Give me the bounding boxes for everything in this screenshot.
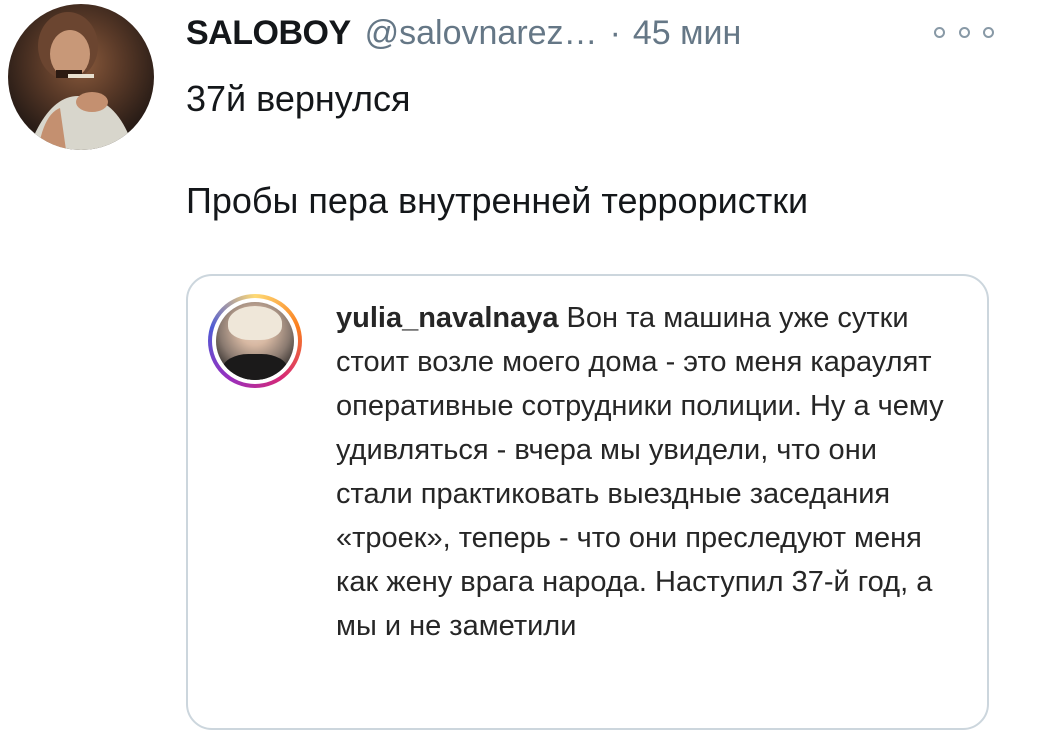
tweet-text: 37й вернулся Пробы пера внутренней терро… bbox=[186, 76, 1016, 224]
more-dot bbox=[983, 26, 994, 38]
quoted-post-text: yulia_navalnaya Вон та машина уже сутки … bbox=[336, 296, 956, 648]
tweet-text-line: Пробы пера внутренней террористки bbox=[186, 180, 809, 221]
more-dot bbox=[934, 26, 945, 38]
quoted-username: yulia_navalnaya bbox=[336, 302, 559, 334]
author-name[interactable]: SALOBOY bbox=[186, 14, 351, 53]
more-dot bbox=[958, 26, 970, 38]
quoted-post-body: Вон та машина уже сутки стоит возле моег… bbox=[336, 302, 944, 642]
author-avatar-image bbox=[28, 12, 134, 150]
attached-image-card[interactable]: yulia_navalnaya Вон та машина уже сутки … bbox=[186, 274, 989, 730]
quoted-user-avatar bbox=[216, 302, 294, 380]
instagram-story-ring bbox=[208, 294, 302, 388]
author-handle[interactable]: @salovnarez… bbox=[365, 14, 598, 53]
more-options-icon[interactable] bbox=[934, 22, 994, 42]
tweet-header: SALOBOY @salovnarez… · 45 мин bbox=[186, 10, 741, 56]
header-separator: · bbox=[609, 13, 621, 52]
tweet-text-line: 37й вернулся bbox=[186, 78, 411, 119]
tweet-timestamp[interactable]: 45 мин bbox=[633, 14, 741, 53]
author-avatar[interactable] bbox=[8, 4, 154, 150]
